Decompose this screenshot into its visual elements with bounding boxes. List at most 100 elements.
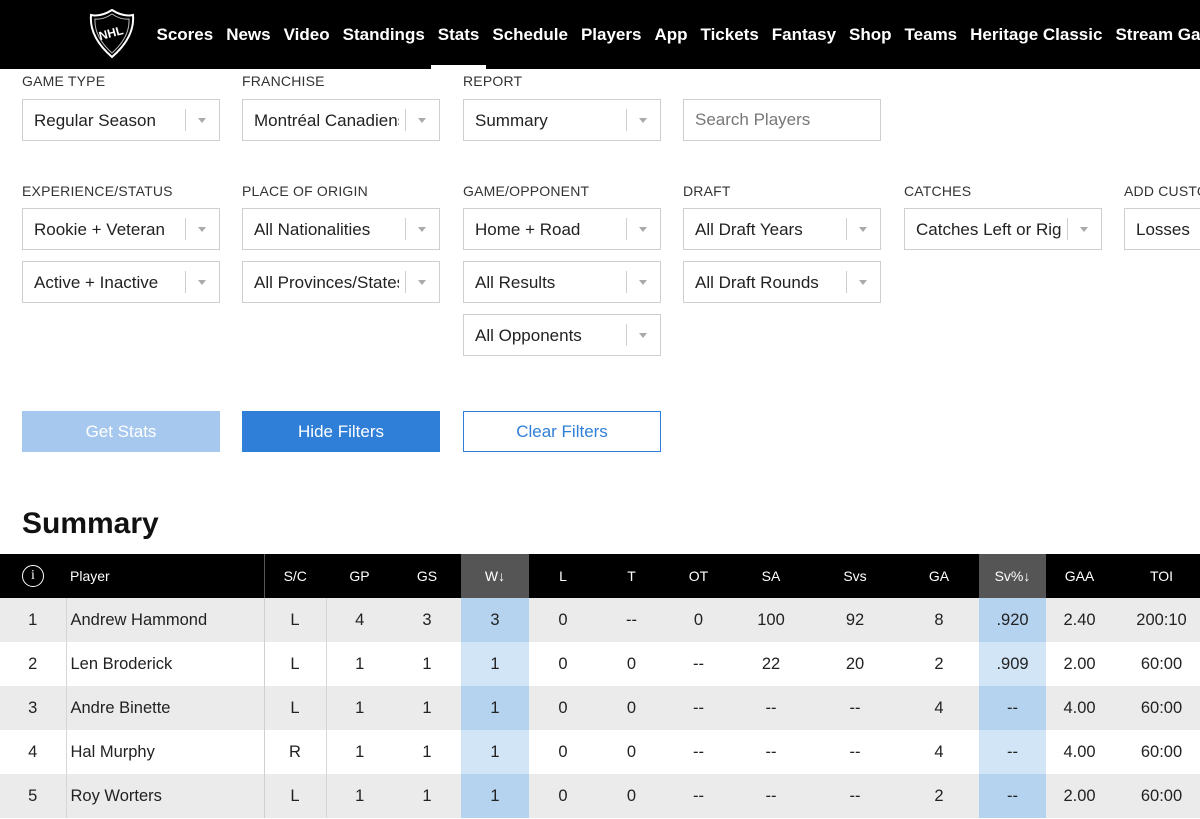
nav-app[interactable]: App bbox=[648, 0, 694, 69]
place-of-origin-label: PLACE OF ORIGIN bbox=[242, 183, 368, 199]
nav-list: Scores News Video Standings Stats Schedu… bbox=[150, 0, 1200, 69]
cell-w: 1 bbox=[461, 730, 529, 774]
cell-sc: L bbox=[264, 774, 327, 818]
select-divider bbox=[405, 218, 406, 240]
provinces-states-select[interactable]: All Provinces/States bbox=[242, 261, 440, 303]
chevron-down-icon bbox=[1080, 227, 1088, 232]
cell-svs: -- bbox=[811, 686, 899, 730]
column-header-w[interactable]: W↓ bbox=[461, 554, 529, 598]
select-divider bbox=[405, 109, 406, 131]
opponents-select[interactable]: All Opponents bbox=[463, 314, 661, 356]
cell-rank: 1 bbox=[0, 598, 67, 642]
column-header-gp[interactable]: GP bbox=[326, 554, 393, 598]
cell-player-link[interactable]: Len Broderick bbox=[66, 642, 265, 686]
nav-stats[interactable]: Stats bbox=[431, 0, 486, 69]
cell-gs: 1 bbox=[393, 642, 461, 686]
cell-player-link[interactable]: Hal Murphy bbox=[66, 730, 265, 774]
select-divider bbox=[185, 109, 186, 131]
column-header-sc[interactable]: S/C bbox=[264, 554, 326, 598]
draft-years-select[interactable]: All Draft Years bbox=[683, 208, 881, 250]
cell-w: 3 bbox=[461, 598, 529, 642]
cell-gaa: 2.40 bbox=[1046, 598, 1113, 642]
select-divider bbox=[1067, 218, 1068, 240]
cell-ot: 0 bbox=[666, 598, 731, 642]
cell-svs: -- bbox=[811, 774, 899, 818]
nav-news[interactable]: News bbox=[220, 0, 277, 69]
report-select[interactable]: Summary bbox=[463, 99, 661, 141]
column-header-sa[interactable]: SA bbox=[731, 554, 811, 598]
nav-scores[interactable]: Scores bbox=[150, 0, 220, 69]
cell-gs: 3 bbox=[393, 598, 461, 642]
column-header-toi[interactable]: TOI bbox=[1113, 554, 1200, 598]
cell-ga: 4 bbox=[899, 686, 979, 730]
cell-t: -- bbox=[597, 598, 666, 642]
search-players-input[interactable] bbox=[683, 99, 881, 141]
cell-t: 0 bbox=[597, 686, 666, 730]
nav-schedule[interactable]: Schedule bbox=[486, 0, 575, 69]
column-header-l[interactable]: L bbox=[529, 554, 597, 598]
nav-shop[interactable]: Shop bbox=[843, 0, 899, 69]
column-header-t[interactable]: T bbox=[597, 554, 666, 598]
column-header-gaa[interactable]: GAA bbox=[1046, 554, 1113, 598]
cell-gp: 1 bbox=[326, 774, 393, 818]
column-header-sv-pct[interactable]: Sv%↓ bbox=[979, 554, 1046, 598]
catches-select[interactable]: Catches Left or Rig... bbox=[904, 208, 1102, 250]
cell-toi: 60:00 bbox=[1113, 774, 1200, 818]
cell-l: 0 bbox=[529, 598, 597, 642]
nav-standings[interactable]: Standings bbox=[336, 0, 431, 69]
results-select[interactable]: All Results bbox=[463, 261, 661, 303]
cell-player-link[interactable]: Andrew Hammond bbox=[66, 598, 265, 642]
column-header-gs[interactable]: GS bbox=[393, 554, 461, 598]
chevron-down-icon bbox=[639, 227, 647, 232]
summary-table: i Player S/C GP GS W↓ L T OT SA Svs GA S… bbox=[0, 554, 1200, 818]
column-header-info[interactable]: i bbox=[0, 554, 66, 598]
add-custom-label: ADD CUSTOM bbox=[1124, 183, 1200, 199]
column-header-svs[interactable]: Svs bbox=[811, 554, 899, 598]
nav-stream-games[interactable]: Stream Games bbox=[1109, 0, 1200, 69]
nav-fantasy[interactable]: Fantasy bbox=[765, 0, 842, 69]
chevron-down-icon bbox=[639, 333, 647, 338]
cell-ot: -- bbox=[666, 774, 731, 818]
franchise-select[interactable]: Montréal Canadiens bbox=[242, 99, 440, 141]
nav-heritage-classic[interactable]: Heritage Classic bbox=[964, 0, 1109, 69]
nav-video[interactable]: Video bbox=[277, 0, 336, 69]
cell-l: 0 bbox=[529, 774, 597, 818]
column-header-ot[interactable]: OT bbox=[666, 554, 731, 598]
info-icon[interactable]: i bbox=[22, 565, 44, 587]
get-stats-button[interactable]: Get Stats bbox=[22, 411, 220, 452]
select-divider bbox=[405, 271, 406, 293]
cell-sc: L bbox=[264, 686, 327, 730]
cell-sc: L bbox=[264, 598, 327, 642]
hide-filters-button[interactable]: Hide Filters bbox=[242, 411, 440, 452]
chevron-down-icon bbox=[418, 118, 426, 123]
home-road-select[interactable]: Home + Road bbox=[463, 208, 661, 250]
active-inactive-select[interactable]: Active + Inactive bbox=[22, 261, 220, 303]
game-type-select[interactable]: Regular Season bbox=[22, 99, 220, 141]
report-label: REPORT bbox=[463, 73, 523, 89]
nav-teams[interactable]: Teams bbox=[898, 0, 964, 69]
nav-players[interactable]: Players bbox=[574, 0, 648, 69]
nhl-shield-logo-icon[interactable]: NHL bbox=[87, 7, 137, 59]
cell-toi: 60:00 bbox=[1113, 642, 1200, 686]
nav-tickets[interactable]: Tickets bbox=[694, 0, 765, 69]
table-row: 3 Andre Binette L 1 1 1 0 0 -- -- -- 4 -… bbox=[0, 686, 1200, 730]
cell-gs: 1 bbox=[393, 730, 461, 774]
chevron-down-icon bbox=[418, 227, 426, 232]
table-row: 4 Hal Murphy R 1 1 1 0 0 -- -- -- 4 -- 4… bbox=[0, 730, 1200, 774]
select-divider bbox=[185, 271, 186, 293]
cell-player-link[interactable]: Andre Binette bbox=[66, 686, 265, 730]
clear-filters-button[interactable]: Clear Filters bbox=[463, 411, 661, 452]
nationalities-select[interactable]: All Nationalities bbox=[242, 208, 440, 250]
rookie-veteran-select[interactable]: Rookie + Veteran bbox=[22, 208, 220, 250]
select-divider bbox=[626, 324, 627, 346]
draft-rounds-select[interactable]: All Draft Rounds bbox=[683, 261, 881, 303]
report-value: Summary bbox=[475, 111, 548, 130]
cell-rank: 2 bbox=[0, 642, 67, 686]
custom-stat-value: Losses bbox=[1136, 220, 1190, 239]
cell-sa: -- bbox=[731, 686, 811, 730]
custom-stat-select[interactable]: Losses bbox=[1124, 208, 1200, 250]
cell-player-link[interactable]: Roy Worters bbox=[66, 774, 265, 818]
column-header-ga[interactable]: GA bbox=[899, 554, 979, 598]
column-header-player[interactable]: Player bbox=[66, 554, 265, 598]
provinces-states-value: All Provinces/States bbox=[254, 273, 399, 292]
